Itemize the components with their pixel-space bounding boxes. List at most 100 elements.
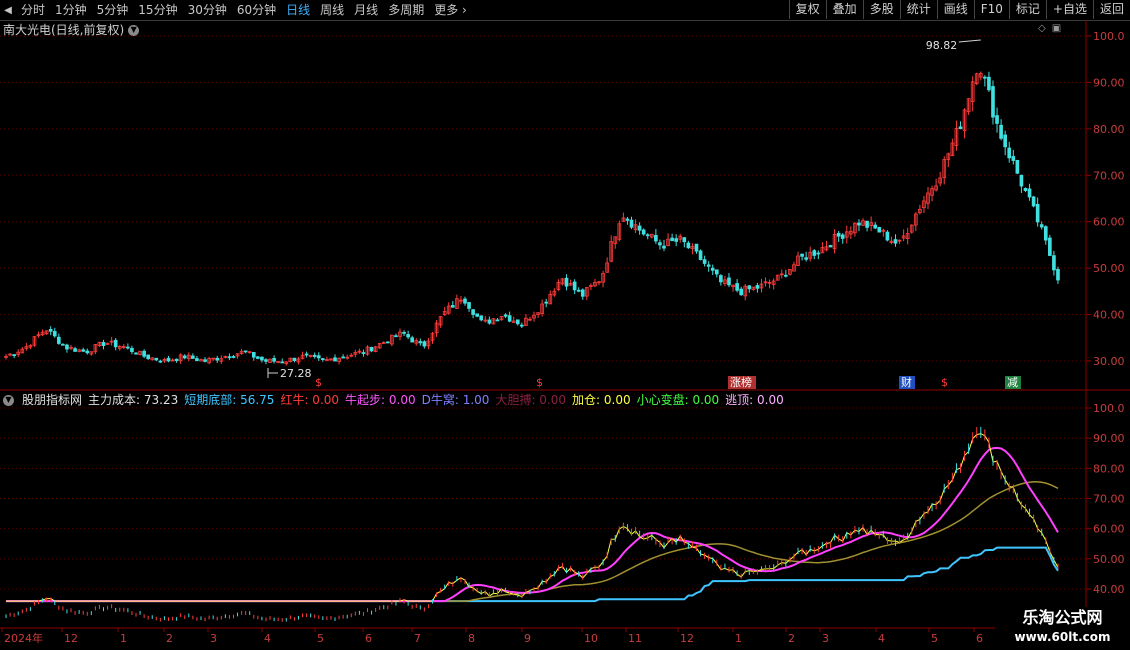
low-label: 27.28	[280, 367, 312, 380]
candle-body	[101, 342, 106, 347]
candle-body	[361, 352, 366, 354]
candle-body	[877, 227, 882, 233]
candle-body	[674, 238, 679, 242]
candle-body	[280, 361, 285, 364]
candle-body	[85, 350, 90, 354]
candle-body	[991, 86, 995, 118]
candle-body	[576, 289, 581, 292]
magenta-line	[6, 446, 1059, 603]
candle-body	[714, 269, 719, 275]
candle-body	[341, 356, 345, 359]
candle-body	[142, 350, 146, 357]
candle-body	[658, 242, 662, 246]
candle-body	[686, 242, 691, 249]
candle-body	[61, 343, 65, 346]
price-axis-label: 30.00	[1093, 355, 1125, 368]
candle-body	[637, 225, 642, 231]
candle-body	[463, 298, 467, 304]
candle-body	[312, 354, 317, 357]
candle-body	[739, 288, 743, 296]
candle-body	[865, 220, 869, 228]
candle-body	[515, 319, 520, 325]
month-label: 3	[822, 632, 829, 645]
yellow-line	[6, 433, 1059, 602]
candle-body	[394, 335, 398, 338]
watermark-title: 乐淘公式网	[1022, 608, 1103, 627]
candle-body	[113, 339, 118, 348]
candle-body	[243, 350, 248, 353]
kline-chart[interactable]: 100.0 90.00 80.00 70.00 60.00 50.00 40.00 30.00…	[0, 0, 1130, 650]
candle-body	[857, 222, 861, 226]
indicator-axis-label: 70.00	[1093, 493, 1125, 506]
candle-body	[126, 346, 130, 349]
candle-body	[146, 354, 151, 360]
candle-body	[755, 285, 760, 289]
candle-body	[471, 309, 475, 315]
month-label: 10	[584, 632, 598, 645]
month-label: 5	[931, 632, 938, 645]
price-axis-label: 80.00	[1093, 123, 1125, 136]
candle-body	[1035, 203, 1040, 223]
candle-body	[182, 355, 187, 359]
candle-body	[836, 232, 841, 237]
candle-body	[260, 356, 264, 361]
event-mark: 减	[1007, 376, 1018, 389]
high-label: 98.82	[926, 39, 958, 52]
candle-body	[475, 313, 479, 317]
price-axis-label: 90.00	[1093, 76, 1125, 89]
candle-body	[422, 341, 427, 347]
candle-body	[487, 319, 492, 324]
candle-body	[174, 358, 179, 362]
candle-body	[816, 252, 821, 255]
month-label: 7	[414, 632, 421, 645]
price-axis-label: 40.00	[1093, 309, 1125, 322]
candle-body	[564, 277, 569, 287]
high-pointer	[958, 39, 981, 43]
candle-body	[983, 76, 987, 79]
candle-body	[987, 76, 991, 91]
event-mark: 财	[901, 375, 912, 389]
candle-body	[479, 315, 484, 321]
candle-body	[495, 319, 500, 322]
watermark: 乐淘公式网 www.60lt.com	[995, 607, 1130, 650]
candle-body	[507, 315, 512, 322]
candle-body	[999, 124, 1003, 139]
candle-body	[203, 359, 207, 362]
candle-body	[682, 237, 687, 243]
price-axis-label: 60.00	[1093, 216, 1125, 229]
candle-body	[629, 219, 634, 228]
event-mark: 涨榜	[730, 375, 752, 389]
candle-body	[893, 239, 898, 244]
month-label: 1	[735, 632, 742, 645]
candle-body	[812, 250, 817, 256]
candle-body	[1019, 174, 1024, 187]
indicator-axis-label: 80.00	[1093, 462, 1125, 475]
candle-body	[321, 358, 325, 361]
candle-body	[1023, 187, 1028, 191]
candle-body	[450, 305, 455, 308]
candle-body	[1011, 156, 1016, 161]
candle-body	[544, 301, 549, 304]
candle-body	[958, 126, 963, 130]
candle-body	[166, 357, 171, 362]
candle-body	[191, 355, 195, 359]
candle-body	[727, 277, 731, 286]
event-mark: $	[941, 376, 948, 389]
month-label: 6	[365, 632, 372, 645]
candle-body	[580, 289, 585, 297]
indicator-axis-label: 50.00	[1093, 553, 1125, 566]
candle-body	[48, 329, 53, 332]
candle-body	[840, 234, 845, 239]
candle-body	[467, 302, 471, 309]
candle-body	[747, 285, 752, 290]
candle-body	[73, 348, 77, 352]
candle-body	[804, 257, 808, 260]
candle-body	[1056, 268, 1060, 281]
month-label: 12	[64, 632, 78, 645]
candle-body	[1031, 196, 1036, 207]
month-label: 11	[628, 632, 642, 645]
candle-body	[670, 237, 674, 242]
main-cost-line	[6, 480, 1059, 602]
month-label: 5	[317, 632, 324, 645]
month-label: 8	[468, 632, 475, 645]
